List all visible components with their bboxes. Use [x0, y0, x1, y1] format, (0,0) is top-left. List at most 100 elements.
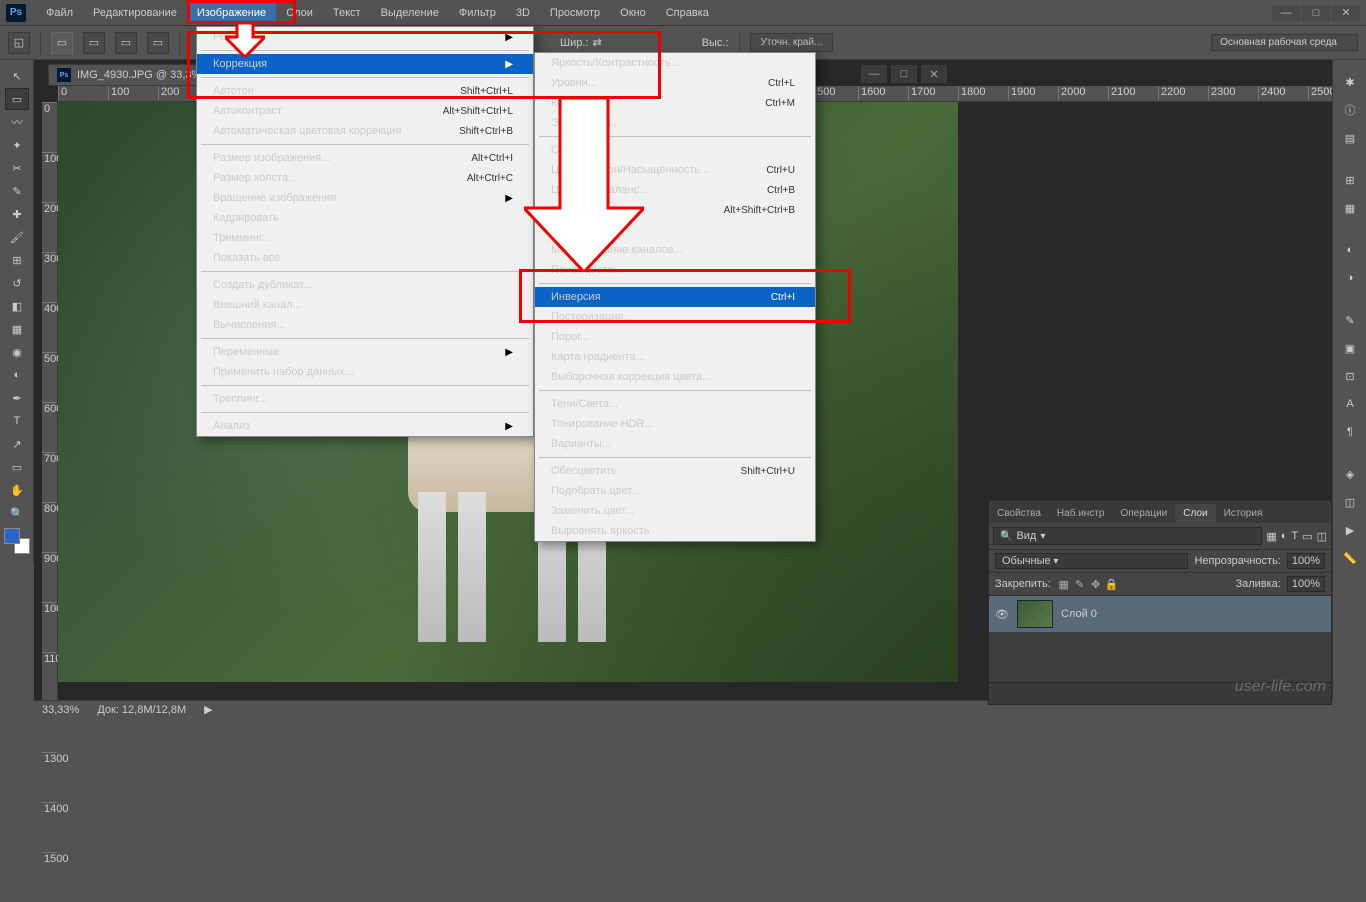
zoom-tool-icon[interactable]: 🔍	[5, 502, 29, 524]
menu-invert[interactable]: ИнверсияCtrl+I	[535, 287, 815, 307]
clone-panel-icon[interactable]: ⊡	[1338, 364, 1362, 388]
zoom-level[interactable]: 33,33%	[42, 704, 79, 716]
menu-imagesize[interactable]: Размер изображения...Alt+Ctrl+I	[197, 148, 533, 168]
lock-position-icon[interactable]: ✥	[1089, 577, 1103, 591]
menu-filter[interactable]: Фильтр	[449, 3, 506, 23]
close-button[interactable]: ✕	[1332, 5, 1360, 21]
menu-view[interactable]: Просмотр	[540, 3, 610, 23]
menu-shadows-highlights[interactable]: Тени/Света...	[535, 394, 815, 414]
menu-posterize[interactable]: Постеризация...	[535, 307, 815, 327]
menu-help[interactable]: Справка	[656, 3, 719, 23]
histogram-panel-icon[interactable]: ▤	[1338, 126, 1362, 150]
menu-trim[interactable]: Тримминг...	[197, 228, 533, 248]
visibility-icon[interactable]: 👁	[995, 608, 1009, 621]
healing-brush-tool-icon[interactable]: ✚	[5, 203, 29, 225]
menu-selective-color[interactable]: Выборочная коррекция цвета...	[535, 367, 815, 387]
menu-gradient-map[interactable]: Карта градиента...	[535, 347, 815, 367]
maximize-button[interactable]: □	[1302, 5, 1330, 21]
brushes-panel-icon[interactable]: ✎	[1338, 308, 1362, 332]
menu-correction[interactable]: Коррекция▶	[197, 54, 533, 74]
menu-desaturate[interactable]: ОбесцветитьShift+Ctrl+U	[535, 461, 815, 481]
menu-levels[interactable]: Уровни...Ctrl+L	[535, 73, 815, 93]
menu-color-lookup[interactable]: Поиск цвета...	[535, 260, 815, 280]
menu-rotate[interactable]: Вращение изображения▶	[197, 188, 533, 208]
layer-row[interactable]: 👁 Слой 0	[989, 596, 1331, 632]
menu-autotone[interactable]: АвтотонShift+Ctrl+L	[197, 81, 533, 101]
menu-black-white[interactable]: Черно-белое...Alt+Shift+Ctrl+B	[535, 200, 815, 220]
tool-preset-icon[interactable]: ◱	[8, 32, 30, 54]
filter-pixel-icon[interactable]: ▦	[1266, 530, 1276, 543]
menu-photo-filter[interactable]: Фотофильтр...	[535, 220, 815, 240]
menu-analysis[interactable]: Анализ▶	[197, 416, 533, 436]
styles-panel-icon[interactable]: ▦	[1338, 196, 1362, 220]
type-tool-icon[interactable]: T	[5, 410, 29, 432]
filter-smart-icon[interactable]: ◫	[1317, 530, 1327, 543]
lasso-tool-icon[interactable]: 〰	[5, 111, 29, 133]
navigator-panel-icon[interactable]: ◈	[1338, 462, 1362, 486]
marquee-sub-icon[interactable]: ▭	[115, 32, 137, 54]
menu-window[interactable]: Окно	[610, 3, 656, 23]
menu-match-color[interactable]: Подобрать цвет...	[535, 481, 815, 501]
menu-autocolor[interactable]: Автоматическая цветовая коррекцияShift+C…	[197, 121, 533, 141]
menu-edit[interactable]: Редактирование	[83, 3, 187, 23]
color-swatches[interactable]	[4, 528, 30, 554]
lock-all-icon[interactable]: 🔒	[1105, 577, 1119, 591]
menu-exposure[interactable]: Экспозиция...	[535, 113, 815, 133]
menu-threshold[interactable]: Порог...	[535, 327, 815, 347]
hand-tool-icon[interactable]: ✋	[5, 479, 29, 501]
menu-brightness-contrast[interactable]: Яркость/Контрастность...	[535, 53, 815, 73]
menu-3d[interactable]: 3D	[506, 3, 540, 23]
layer-filter-select[interactable]: 🔍 Вид ▾	[993, 527, 1262, 545]
menu-canvassize[interactable]: Размер холста...Alt+Ctrl+C	[197, 168, 533, 188]
marquee-rect-icon[interactable]: ▭	[51, 32, 73, 54]
menu-autocontrast[interactable]: АвтоконтрастAlt+Shift+Ctrl+L	[197, 101, 533, 121]
menu-channel-mixer[interactable]: Микширование каналов...	[535, 240, 815, 260]
status-arrow-icon[interactable]: ▶	[204, 703, 212, 716]
marquee-intersect-icon[interactable]: ▭	[147, 32, 169, 54]
crop-tool-icon[interactable]: ✂	[5, 157, 29, 179]
lock-pixels-icon[interactable]: ✎	[1073, 577, 1087, 591]
timeline-panel-icon[interactable]: ▶	[1338, 518, 1362, 542]
menu-equalize[interactable]: Выровнять яркость	[535, 521, 815, 541]
pen-tool-icon[interactable]: ✒	[5, 387, 29, 409]
color-panel-icon[interactable]: ✱	[1338, 70, 1362, 94]
blur-tool-icon[interactable]: ◉	[5, 341, 29, 363]
doc-minimize-button[interactable]: —	[860, 64, 888, 84]
mask-panel-icon[interactable]: ◑	[1338, 266, 1362, 290]
lock-transparent-icon[interactable]: ▦	[1057, 577, 1071, 591]
menu-layers[interactable]: Слои	[276, 3, 323, 23]
clone-stamp-tool-icon[interactable]: ⊞	[5, 249, 29, 271]
marquee-tool-icon[interactable]: ▭	[5, 88, 29, 110]
gradient-tool-icon[interactable]: ▦	[5, 318, 29, 340]
marquee-add-icon[interactable]: ▭	[83, 32, 105, 54]
opacity-value[interactable]: 100%	[1287, 553, 1325, 569]
workspace-selector[interactable]: Основная рабочая среда	[1211, 34, 1358, 51]
tab-toolpresets[interactable]: Наб.инстр	[1049, 504, 1113, 523]
toolpresets-panel-icon[interactable]: ▣	[1338, 336, 1362, 360]
refine-edge-button[interactable]: Уточн. край...	[750, 33, 834, 52]
tab-history[interactable]: История	[1216, 504, 1271, 523]
menu-text[interactable]: Текст	[323, 3, 371, 23]
doc-close-button[interactable]: ✕	[920, 64, 948, 84]
character-panel-icon[interactable]: A	[1338, 392, 1362, 416]
layer-thumbnail[interactable]	[1017, 600, 1053, 628]
menu-variables[interactable]: Переменные▶	[197, 342, 533, 362]
menu-variations[interactable]: Варианты...	[535, 434, 815, 454]
menu-select[interactable]: Выделение	[371, 3, 449, 23]
history-brush-tool-icon[interactable]: ↺	[5, 272, 29, 294]
filter-text-icon[interactable]: T	[1291, 530, 1298, 542]
blend-mode-select[interactable]: Обычные ▾	[995, 553, 1188, 569]
path-select-tool-icon[interactable]: ↗	[5, 433, 29, 455]
menu-replace-color[interactable]: Заменить цвет...	[535, 501, 815, 521]
adjustments-panel-icon[interactable]: ◐	[1338, 238, 1362, 262]
doc-maximize-button[interactable]: □	[890, 64, 918, 84]
tab-actions[interactable]: Операции	[1112, 504, 1175, 523]
menu-hdr-toning[interactable]: Тонирование HDR...	[535, 414, 815, 434]
menu-vibrance[interactable]: Сочность...	[535, 140, 815, 160]
magic-wand-tool-icon[interactable]: ✦	[5, 134, 29, 156]
menu-mode[interactable]: Режим▶	[197, 27, 533, 47]
dodge-tool-icon[interactable]: ◐	[5, 364, 29, 386]
menu-hue-saturation[interactable]: Цветовой тон/Насыщенность...Ctrl+U	[535, 160, 815, 180]
brush-tool-icon[interactable]: 🖌	[5, 226, 29, 248]
tab-layers[interactable]: Слои	[1175, 504, 1215, 523]
